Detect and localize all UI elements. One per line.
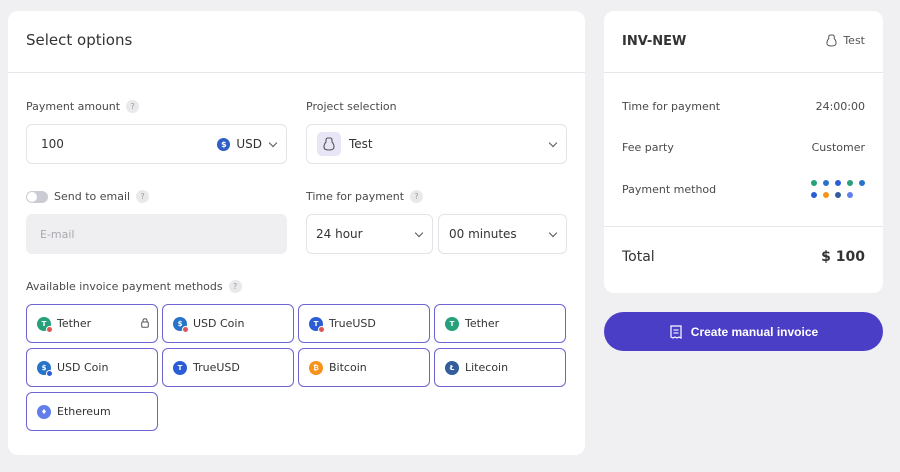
methods-label: Available invoice payment methods ? (26, 280, 242, 293)
invoice-summary-panel: INV-NEW Test Time for payment 24:00:00 F… (604, 11, 883, 293)
summary-fee-label: Fee party (622, 141, 674, 154)
chevron-down-icon (268, 138, 278, 148)
payment-method-litecoin[interactable]: Ł Litecoin (434, 348, 566, 387)
network-badge-icon (182, 325, 189, 333)
bitcoin-icon: ₿ (309, 360, 323, 375)
options-panel: Select options Payment amount ? 100 $ US… (8, 11, 585, 455)
usd-coin-icon: $ (37, 360, 53, 377)
chevron-down-icon (414, 228, 424, 238)
header-divider (8, 72, 585, 73)
payment-method-label: Ethereum (57, 405, 111, 418)
summary-fee-value: Customer (811, 141, 865, 154)
send-email-label: Send to email (54, 190, 131, 203)
minutes-select[interactable]: 00 minutes (438, 214, 567, 254)
coin-dot-icon (847, 192, 853, 198)
network-badge-icon (46, 369, 53, 377)
summary-total-divider (604, 226, 883, 227)
time-for-payment-label-text: Time for payment (306, 190, 405, 203)
email-field[interactable]: E-mail (26, 214, 287, 254)
time-for-payment-label: Time for payment ? (306, 190, 424, 203)
payment-method-label: USD Coin (57, 361, 109, 374)
payment-method-label: Litecoin (465, 361, 509, 374)
hours-select[interactable]: 24 hour (306, 214, 433, 254)
network-badge-icon (318, 325, 325, 333)
payment-method-label: USD Coin (193, 317, 245, 330)
litecoin-icon: Ł (445, 360, 459, 375)
currency-select[interactable]: $ USD (217, 137, 262, 151)
help-icon[interactable]: ? (126, 100, 140, 113)
receipt-icon (670, 324, 682, 339)
coin-dot-icon (835, 192, 841, 198)
summary-divider (604, 72, 883, 73)
chevron-down-icon (548, 228, 558, 238)
summary-fee-row: Fee party Customer (622, 141, 865, 154)
panel-title: Select options (26, 31, 133, 49)
payment-amount-value[interactable]: 100 (41, 137, 64, 151)
coin-dot-icon (823, 192, 829, 198)
trueusd-icon: T (309, 316, 325, 333)
create-button-label: Create manual invoice (690, 324, 819, 339)
dollar-coin-icon: $ (217, 137, 231, 151)
coin-dot-icon (811, 180, 817, 186)
total-label: Total (622, 249, 655, 265)
minutes-value: 00 minutes (449, 227, 517, 241)
project-icon (317, 132, 341, 156)
project-bag-icon (826, 34, 837, 47)
payment-method-label: TrueUSD (329, 317, 376, 330)
hours-value: 24 hour (316, 227, 363, 241)
summary-time-row: Time for payment 24:00:00 (622, 100, 865, 113)
summary-project: Test (826, 34, 865, 47)
payment-method-usd-coin[interactable]: $ USD Coin (162, 304, 294, 343)
payment-method-tether[interactable]: T Tether (26, 304, 158, 343)
coin-dot-icon (859, 180, 865, 186)
usd-coin-icon: $ (173, 316, 189, 333)
payment-amount-field[interactable]: 100 $ USD (26, 124, 287, 164)
summary-time-label: Time for payment (622, 100, 721, 113)
payment-method-label: Bitcoin (329, 361, 367, 374)
project-select[interactable]: Test (306, 124, 567, 164)
help-icon[interactable]: ? (410, 190, 424, 203)
send-email-row: Send to email ? (26, 190, 150, 203)
payment-method-label: TrueUSD (193, 361, 240, 374)
coin-dot-icon (847, 180, 853, 186)
payment-method-label: Tether (57, 317, 92, 330)
project-selection-label-text: Project selection (306, 100, 397, 113)
create-manual-invoice-button[interactable]: Create manual invoice (604, 312, 883, 351)
currency-value: USD (236, 137, 262, 151)
payment-method-bitcoin[interactable]: ₿ Bitcoin (298, 348, 430, 387)
total-value: $ 100 (821, 249, 865, 265)
payment-method-tether[interactable]: T Tether (434, 304, 566, 343)
method-icons (811, 180, 865, 198)
methods-label-text: Available invoice payment methods (26, 280, 223, 293)
network-badge-icon (46, 325, 53, 333)
help-icon[interactable]: ? (136, 190, 150, 203)
chevron-down-icon (548, 138, 558, 148)
project-select-value: Test (349, 137, 373, 151)
summary-time-value: 24:00:00 (815, 100, 865, 113)
payment-method-label: Tether (465, 317, 500, 330)
summary-project-name: Test (843, 34, 865, 47)
tether-icon: T (37, 316, 53, 333)
tether-icon: T (445, 316, 459, 331)
coin-dot-icon (823, 180, 829, 186)
payment-method-ethereum[interactable]: ♦ Ethereum (26, 392, 158, 431)
payment-method-trueusd[interactable]: T TrueUSD (162, 348, 294, 387)
ethereum-icon: ♦ (37, 404, 51, 419)
lock-icon (141, 318, 149, 328)
summary-method-row: Payment method (622, 180, 865, 198)
help-icon[interactable]: ? (228, 280, 242, 293)
payment-amount-label: Payment amount ? (26, 100, 140, 113)
send-email-toggle[interactable] (26, 190, 48, 203)
coin-dot-icon (835, 180, 841, 186)
payment-amount-label-text: Payment amount (26, 100, 121, 113)
coin-dot-icon (811, 192, 817, 198)
payment-method-trueusd[interactable]: T TrueUSD (298, 304, 430, 343)
summary-total-row: Total $ 100 (622, 249, 865, 265)
payment-method-usd-coin[interactable]: $ USD Coin (26, 348, 158, 387)
summary-method-label: Payment method (622, 182, 717, 196)
project-selection-label: Project selection (306, 100, 397, 113)
invoice-id: INV-NEW (622, 34, 687, 49)
trueusd-icon: T (173, 360, 187, 375)
